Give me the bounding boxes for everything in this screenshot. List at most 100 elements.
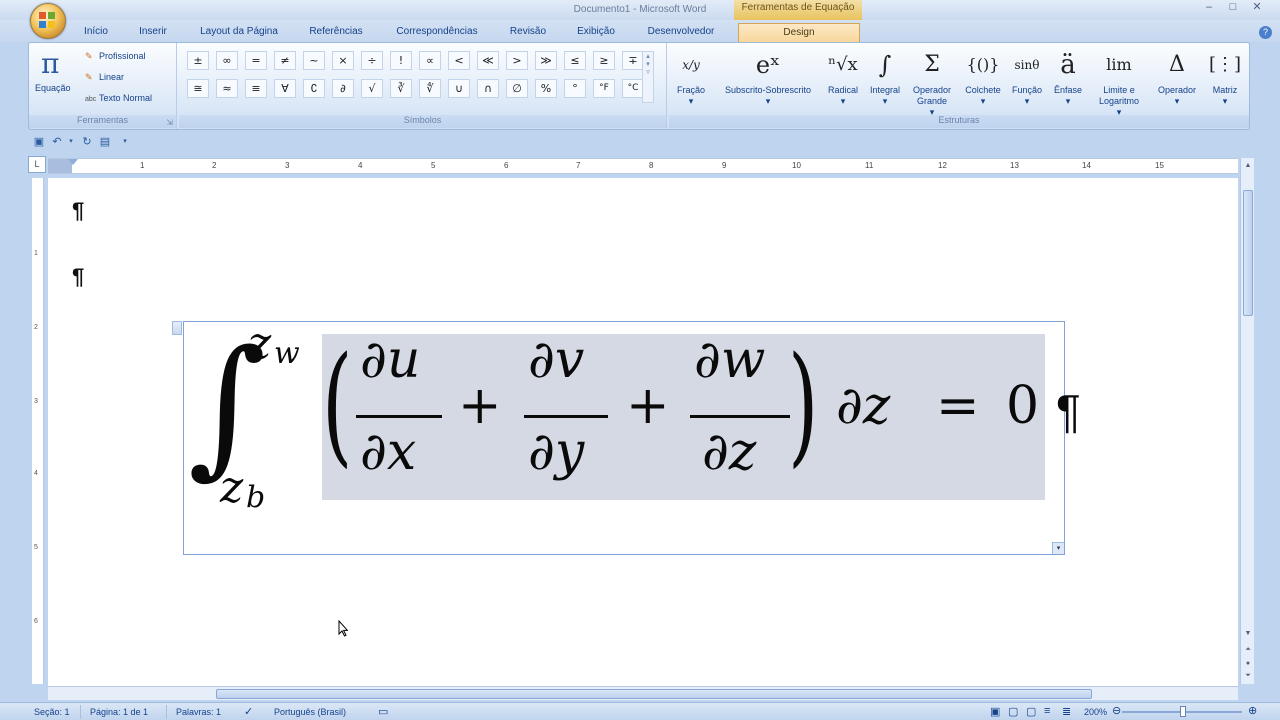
symbol-button[interactable]: ∛ [390, 79, 412, 98]
matrix-button[interactable]: [⋮] Matriz ▾ [1205, 45, 1245, 107]
undo-dropdown-icon[interactable]: ▾ [64, 135, 78, 149]
symbol-button[interactable]: ∝ [419, 51, 441, 70]
scroll-up-icon[interactable]: ▲ [1241, 160, 1255, 172]
symbol-button[interactable]: ≡ [245, 79, 267, 98]
office-button[interactable] [30, 3, 66, 39]
equation-handle[interactable] [172, 321, 182, 335]
radical-button[interactable]: ⁿ√x Radical ▾ [823, 45, 863, 107]
bracket-button[interactable]: {()} Colchete ▾ [961, 45, 1005, 107]
tab-revisao[interactable]: Revisão [500, 23, 556, 42]
tab-inicio[interactable]: Início [72, 23, 120, 42]
previous-page-icon[interactable]: ⏶ [1241, 644, 1255, 656]
symbol-button[interactable]: ≪ [477, 51, 499, 70]
symbol-button[interactable]: ∓ [622, 51, 644, 70]
horizontal-scrollbar[interactable] [48, 686, 1238, 700]
tab-layout-da-pagina[interactable]: Layout da Página [188, 23, 290, 42]
language-indicator[interactable]: Português (Brasil) [274, 707, 346, 717]
tab-desenvolvedor[interactable]: Desenvolvedor [636, 23, 726, 42]
function-button[interactable]: sinθ Função ▾ [1007, 45, 1047, 107]
browse-object-icon[interactable]: ● [1241, 658, 1255, 670]
equation-container[interactable]: ∫ z w z b ( ∂u ∂x + ∂v ∂y + ∂w ∂z ) ∂z =… [172, 318, 1081, 555]
symbol-button[interactable]: ÷ [361, 51, 383, 70]
horizontal-scroll-thumb[interactable] [216, 689, 1092, 699]
symbol-button[interactable]: > [506, 51, 528, 70]
save-icon[interactable]: ▣ [32, 135, 46, 149]
accent-button[interactable]: ä Ênfase ▾ [1049, 45, 1087, 107]
section-indicator[interactable]: Seção: 1 [34, 707, 70, 717]
symbol-button[interactable]: ∜ [419, 79, 441, 98]
symbol-button[interactable]: ≠ [274, 51, 296, 70]
script-button[interactable]: eˣ Subscrito-Sobrescrito ▾ [715, 45, 821, 107]
word-count[interactable]: Palavras: 1 [176, 707, 221, 717]
tab-design[interactable]: Design [738, 23, 860, 42]
vertical-scrollbar[interactable]: ▲ ▼ ⏶ ● ⏷ [1240, 158, 1254, 684]
macro-record-icon[interactable]: ▭ [378, 705, 388, 718]
symbol-button[interactable]: ≅ [187, 79, 209, 98]
tab-inserir[interactable]: Inserir [128, 23, 178, 42]
symbol-button[interactable]: ∩ [477, 79, 499, 98]
equation-options-dropdown[interactable]: ▾ [1052, 542, 1064, 554]
indent-marker-icon[interactable] [68, 159, 78, 165]
tab-exibicao[interactable]: Exibição [564, 23, 628, 42]
symbol-button[interactable]: ≫ [535, 51, 557, 70]
full-screen-reading-icon[interactable]: ▢ [1008, 705, 1018, 718]
operator-button[interactable]: Δ Operador ▾ [1151, 45, 1203, 107]
zoom-slider-thumb[interactable] [1180, 706, 1186, 717]
next-page-icon[interactable]: ⏷ [1241, 670, 1255, 682]
symbol-button[interactable]: ∁ [303, 79, 325, 98]
print-preview-icon[interactable]: ▤ [98, 135, 112, 149]
symbol-button[interactable]: ∞ [216, 51, 238, 70]
web-layout-icon[interactable]: ▢ [1026, 705, 1036, 718]
horizontal-ruler[interactable]: 1 2 3 4 5 6 7 8 9 10 11 12 13 14 15 [48, 158, 1238, 174]
equation-pi-icon[interactable]: π [41, 47, 59, 80]
outline-icon[interactable]: ≡ [1044, 705, 1050, 717]
maximize-button[interactable]: □ [1220, 0, 1246, 16]
symbol-button[interactable]: ° [564, 79, 586, 98]
tab-correspondencias[interactable]: Correspondências [382, 23, 492, 42]
symbol-button[interactable]: ∀ [274, 79, 296, 98]
tab-selector[interactable]: L [28, 156, 46, 173]
dialog-launcher-icon[interactable]: ⇲ [166, 118, 173, 127]
zoom-level[interactable]: 200% [1084, 707, 1107, 717]
equation-button[interactable]: Equação [35, 83, 71, 93]
symbol-button[interactable]: ≈ [216, 79, 238, 98]
proofing-icon[interactable]: ✓ [244, 705, 253, 718]
symbol-button[interactable]: ≤ [564, 51, 586, 70]
symbol-button[interactable]: °C [622, 79, 644, 98]
symbol-button[interactable]: ± [187, 51, 209, 70]
symbol-gallery-scroll[interactable]: ▴ ▾ ▿ [642, 51, 654, 103]
scroll-down-icon[interactable]: ▼ [1241, 628, 1255, 640]
zoom-in-icon[interactable]: ⊕ [1248, 704, 1257, 717]
large-operator-button[interactable]: Σ Operador Grande ▾ [907, 45, 957, 118]
customize-qat-icon[interactable]: ▾ [118, 135, 132, 149]
symbol-button[interactable]: ~ [303, 51, 325, 70]
close-button[interactable]: ✕ [1244, 0, 1270, 16]
print-layout-icon[interactable]: ▣ [990, 705, 1000, 718]
normal-text-button[interactable]: abc Texto Normal [85, 93, 152, 103]
limit-log-button[interactable]: lim Limite e Logaritmo ▾ [1089, 45, 1149, 118]
tab-referencias[interactable]: Referências [298, 23, 374, 42]
symbol-button[interactable]: ≥ [593, 51, 615, 70]
symbol-button[interactable]: < [448, 51, 470, 70]
vertical-scroll-thumb[interactable] [1243, 190, 1253, 316]
document-page[interactable]: ¶ ¶ ∫ z w z b ( ∂u ∂x + ∂v ∂y + ∂w ∂z ) … [48, 178, 1238, 686]
linear-button[interactable]: ✎ Linear [85, 72, 124, 83]
redo-icon[interactable]: ↻ [80, 135, 94, 149]
fraction-button[interactable]: x/y Fração ▾ [671, 45, 711, 107]
symbol-button[interactable]: °F [593, 79, 615, 98]
symbol-button[interactable]: ∂ [332, 79, 354, 98]
symbol-button[interactable]: ! [390, 51, 412, 70]
symbol-button[interactable]: ∅ [506, 79, 528, 98]
symbol-button[interactable]: ∪ [448, 79, 470, 98]
draft-icon[interactable]: ≣ [1062, 705, 1071, 718]
page-indicator[interactable]: Página: 1 de 1 [90, 707, 148, 717]
vertical-ruler[interactable]: 1 2 3 4 5 6 [32, 178, 44, 684]
symbol-button[interactable]: % [535, 79, 557, 98]
zoom-out-icon[interactable]: ⊖ [1112, 704, 1121, 717]
symbol-button[interactable]: = [245, 51, 267, 70]
help-icon[interactable]: ? [1259, 26, 1272, 39]
integral-button[interactable]: ∫ Integral ▾ [865, 45, 905, 107]
undo-icon[interactable]: ↶ [50, 135, 64, 149]
symbol-button[interactable]: √ [361, 79, 383, 98]
professional-button[interactable]: ✎ Profissional [85, 51, 146, 62]
